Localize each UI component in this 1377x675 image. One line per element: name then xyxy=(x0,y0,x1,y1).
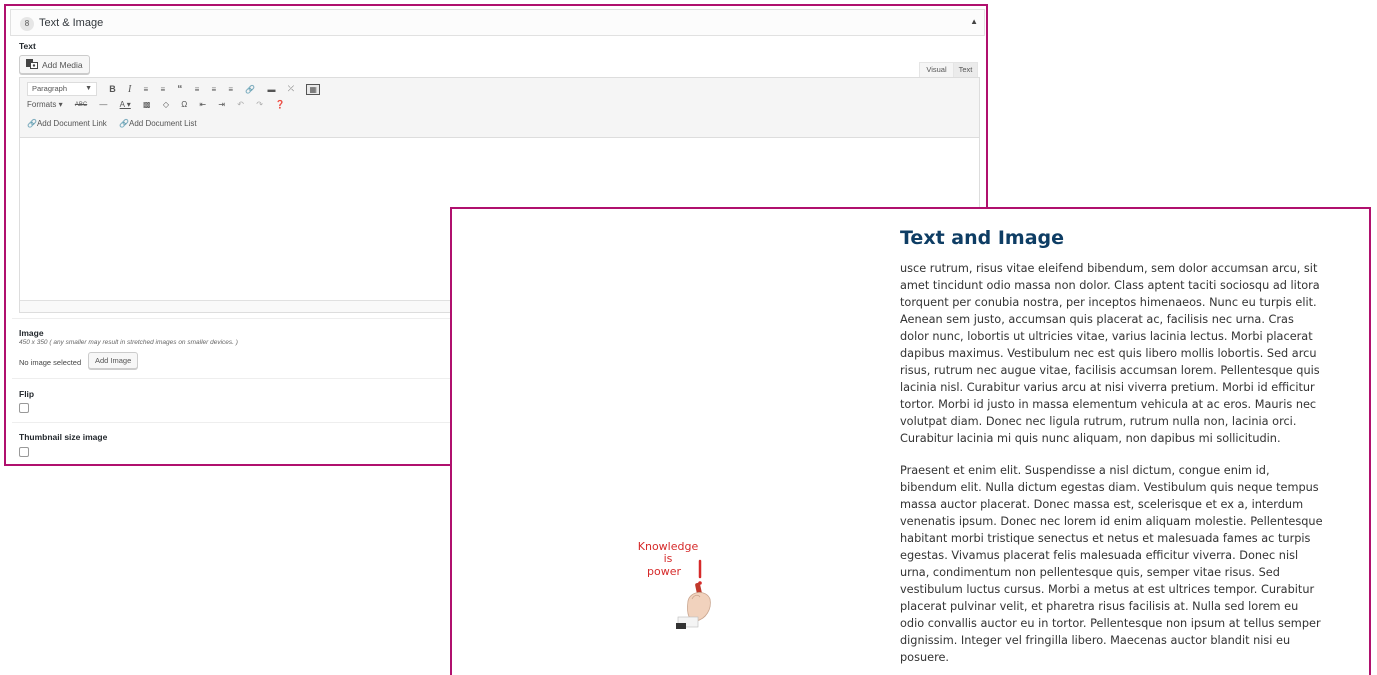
help-icon[interactable]: ❓ xyxy=(275,100,285,109)
image-text-line-3: power xyxy=(647,565,681,578)
panel-header[interactable]: 8 Text & Image ▲ xyxy=(10,9,985,36)
align-right-icon[interactable]: ≡ xyxy=(228,85,233,94)
special-character-icon[interactable]: Ω xyxy=(181,100,187,109)
panel-title: Text & Image xyxy=(39,17,104,29)
thumbnail-field-label: Thumbnail size image xyxy=(19,432,108,442)
tab-visual[interactable]: Visual xyxy=(919,62,954,78)
link-icon: 🔗 xyxy=(119,119,129,129)
horizontal-line-icon[interactable]: — xyxy=(99,100,107,109)
read-more-icon[interactable]: ▬ xyxy=(268,85,276,94)
chevron-down-icon: ▼ xyxy=(85,85,92,92)
add-image-button[interactable]: Add Image xyxy=(88,352,139,369)
align-left-icon[interactable]: ≡ xyxy=(195,85,200,94)
media-icon xyxy=(26,59,38,69)
image-size-hint: 450 x 350 ( any smaller may result in st… xyxy=(19,339,238,346)
text-image-preview: Knowledge is power Text and Image usce r… xyxy=(450,207,1371,675)
paragraph-select-value: Paragraph xyxy=(32,84,68,93)
flip-field-label: Flip xyxy=(19,389,35,399)
toolbar-row-3: 🔗Add Document Link 🔗Add Document List xyxy=(27,119,207,135)
formats-label: Formats xyxy=(27,100,57,110)
add-document-list-button[interactable]: 🔗Add Document List xyxy=(119,119,197,128)
undo-icon[interactable]: ↶ xyxy=(237,100,244,109)
add-media-button[interactable]: Add Media xyxy=(19,55,90,74)
thumbnail-checkbox[interactable] xyxy=(19,447,29,457)
flip-checkbox[interactable] xyxy=(19,403,29,413)
preview-paragraph-1: usce rutrum, risus vitae eleifend bibend… xyxy=(900,262,1320,445)
image-status: No image selected xyxy=(19,358,82,367)
paste-text-icon[interactable]: ▩ xyxy=(143,100,151,109)
bold-icon[interactable]: B xyxy=(109,84,116,94)
bullet-list-icon[interactable]: ≡ xyxy=(144,85,149,94)
tab-text[interactable]: Text xyxy=(953,62,978,78)
knowledge-power-image: Knowledge is power xyxy=(632,539,712,631)
link-icon: 🔗 xyxy=(27,119,37,129)
hand-writing-illustration: Knowledge is power xyxy=(638,540,711,629)
redo-icon[interactable]: ↷ xyxy=(256,100,263,109)
numbered-list-icon[interactable]: ≡ xyxy=(160,85,165,94)
preview-paragraph-2: Praesent et enim elit. Suspendisse a nis… xyxy=(900,464,1323,664)
strikethrough-icon[interactable]: ABC xyxy=(75,102,87,108)
link-icon[interactable]: 🔗 xyxy=(245,85,255,94)
clear-formatting-icon[interactable]: ◇ xyxy=(163,100,169,109)
toolbar-toggle-icon[interactable]: ▦ xyxy=(306,83,320,95)
toolbar-row-1: Paragraph ▼ B I ≡ ≡ “ ≡ ≡ ≡ 🔗 ▬ ⤫ ▦ xyxy=(27,82,330,98)
italic-icon[interactable]: I xyxy=(128,84,131,95)
text-color-icon[interactable]: A ▾ xyxy=(120,100,131,109)
editor-toolbar: Paragraph ▼ B I ≡ ≡ “ ≡ ≡ ≡ 🔗 ▬ ⤫ ▦ Form… xyxy=(20,78,979,138)
panel-number-badge: 8 xyxy=(20,17,34,31)
image-text-line-2: is xyxy=(664,552,673,565)
paragraph-select[interactable]: Paragraph ▼ xyxy=(27,82,97,96)
preview-title: Text and Image xyxy=(900,227,1065,249)
image-field-label: Image xyxy=(19,328,44,338)
toolbar-row-2: Formats ▾ ABC — A ▾ ▩ ◇ Ω ⇤ ⇥ ↶ ↷ ❓ xyxy=(27,100,295,116)
text-field-label: Text xyxy=(19,41,36,51)
outdent-icon[interactable]: ⇤ xyxy=(199,100,206,109)
align-center-icon[interactable]: ≡ xyxy=(212,85,217,94)
add-document-link-label: Add Document Link xyxy=(36,119,107,129)
fullscreen-icon[interactable]: ⤫ xyxy=(288,84,294,94)
add-document-list-label: Add Document List xyxy=(129,119,197,129)
blockquote-icon[interactable]: “ xyxy=(177,84,182,95)
add-document-link-button[interactable]: 🔗Add Document Link xyxy=(27,119,107,128)
collapse-toggle-icon[interactable]: ▲ xyxy=(970,17,978,26)
formats-dropdown[interactable]: Formats ▾ xyxy=(27,100,63,109)
add-media-label: Add Media xyxy=(42,60,83,70)
indent-icon[interactable]: ⇥ xyxy=(218,100,225,109)
